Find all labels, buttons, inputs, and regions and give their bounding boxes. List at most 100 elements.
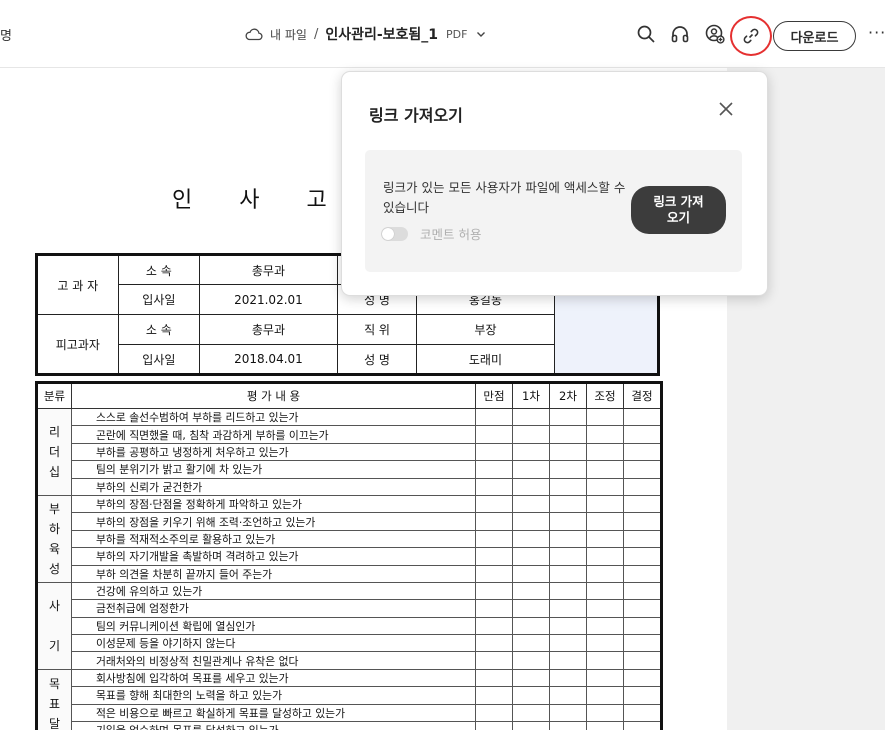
score-cell xyxy=(549,442,587,462)
score-cell xyxy=(549,564,587,583)
score-cell xyxy=(623,425,662,444)
score-cell xyxy=(512,651,550,670)
link-icon xyxy=(743,28,759,44)
score-cell xyxy=(512,512,550,531)
score-cell xyxy=(586,686,624,705)
score-cell xyxy=(475,599,513,618)
score-cell xyxy=(549,599,587,618)
score-cell xyxy=(549,581,587,601)
score-cell xyxy=(586,634,624,653)
download-button[interactable]: 다운로드 xyxy=(773,21,856,51)
table-row: 부하 의견을 차분히 끝까지 들어 주는가 xyxy=(37,564,662,583)
score-cell xyxy=(512,460,550,479)
score-cell xyxy=(475,477,513,496)
evaluation-item: 부하의 자기개발을 촉발하며 격려하고 있는가 xyxy=(71,547,476,566)
score-cell xyxy=(475,529,513,549)
popup-title: 링크 가져오기 xyxy=(369,106,463,125)
share-user-icon[interactable] xyxy=(705,24,725,44)
score-cell xyxy=(475,494,513,514)
table-row: 팀의 커뮤니케이션 확립에 열심인가 xyxy=(37,616,662,636)
evaluation-item: 회사방침에 입각하여 목표를 세우고 있는가 xyxy=(71,668,476,688)
breadcrumb-my-files[interactable]: 내 파일 xyxy=(270,26,307,43)
allow-comments-toggle[interactable] xyxy=(381,226,408,241)
score-cell xyxy=(475,407,513,427)
ratee-dept-value: 총무과 xyxy=(199,314,338,345)
file-name[interactable]: 인사관리-보호됨_1 xyxy=(325,24,438,44)
get-link-button[interactable]: 링크 가져 오기 xyxy=(631,186,726,234)
search-icon[interactable] xyxy=(636,24,656,44)
score-cell xyxy=(586,547,624,566)
score-cell xyxy=(623,581,662,601)
get-link-toolbar-button[interactable] xyxy=(730,16,772,56)
allow-comments-row: 코멘트 허용 xyxy=(381,224,481,243)
evaluation-item: 적은 비용으로 빠르고 확실하게 목표를 달성하고 있는가 xyxy=(71,703,476,723)
category-label: 목표달 xyxy=(36,668,72,730)
ratee-label: 피고과자 xyxy=(36,314,119,375)
score-cell xyxy=(549,703,587,723)
table-row: 적은 비용으로 빠르고 확실하게 목표를 달성하고 있는가 xyxy=(37,703,662,723)
score-cell xyxy=(549,477,587,496)
score-cell xyxy=(586,599,624,618)
headphones-icon[interactable] xyxy=(670,24,690,44)
ratee-dept-label: 소 속 xyxy=(117,314,201,345)
evaluation-item: 부하 의견을 차분히 끝까지 들어 주는가 xyxy=(71,564,476,583)
table-row: 거래처와의 비정상적 친밀관계나 유착은 없다 xyxy=(37,651,662,670)
score-cell xyxy=(475,564,513,583)
left-truncated-text: 명 xyxy=(0,29,12,44)
more-options-icon[interactable]: ··· xyxy=(868,23,885,42)
table-row: 곤란에 직면했을 때, 침착 과감하게 부하를 이끄는가 xyxy=(37,425,662,444)
score-cell xyxy=(623,599,662,618)
score-cell xyxy=(586,425,624,444)
header-decision: 결정 xyxy=(623,382,662,409)
score-cell xyxy=(512,547,550,566)
rater-label: 고 과 자 xyxy=(36,254,119,315)
rater-join-value: 2021.02.01 xyxy=(199,284,338,315)
header-first: 1차 xyxy=(512,382,550,409)
breadcrumb-separator: / xyxy=(313,26,319,42)
score-cell xyxy=(586,703,624,723)
evaluation-item: 곤란에 직면했을 때, 침착 과감하게 부하를 이끄는가 xyxy=(71,425,476,444)
app-window: 인 사 고 과 고 과 자 소 속 총무과 직 위 입사일 2021.02.01… xyxy=(0,0,885,730)
evaluation-item: 부하의 장점·단점을 정확하게 파악하고 있는가 xyxy=(71,494,476,514)
rater-join-label: 입사일 xyxy=(117,284,201,315)
ratee-position-label: 직 위 xyxy=(336,314,418,345)
score-cell xyxy=(512,581,550,601)
table-row: 부하의 장점을 키우기 위해 조력·조언하고 있는가 xyxy=(37,512,662,531)
score-cell xyxy=(475,425,513,444)
score-cell xyxy=(623,529,662,549)
score-cell xyxy=(586,407,624,427)
score-cell xyxy=(512,477,550,496)
top-bar: 명 내 파일 / 인사관리-보호됨_1 PDF 다운로드 ··· xyxy=(0,0,885,68)
header-full-score: 만점 xyxy=(475,382,513,409)
score-cell xyxy=(623,703,662,723)
score-cell xyxy=(549,425,587,444)
score-cell xyxy=(512,494,550,514)
table-row: 목표를 향해 최대한의 노력을 하고 있는가 xyxy=(37,686,662,705)
score-cell xyxy=(549,529,587,549)
score-cell xyxy=(475,721,513,730)
table-row: 금전취급에 엄정한가 xyxy=(37,599,662,618)
evaluation-item: 이성문제 등을 야기하지 않는다 xyxy=(71,634,476,653)
score-cell xyxy=(586,442,624,462)
evaluation-item: 팀의 분위기가 밝고 활기에 차 있는가 xyxy=(71,460,476,479)
chevron-down-icon[interactable] xyxy=(476,29,486,39)
ratee-name-label: 성 명 xyxy=(336,344,418,375)
table-row: 부하의 자기개발을 촉발하며 격려하고 있는가 xyxy=(37,547,662,566)
score-cell xyxy=(475,442,513,462)
score-cell xyxy=(512,442,550,462)
score-cell xyxy=(475,512,513,531)
score-cell xyxy=(549,407,587,427)
score-cell xyxy=(623,442,662,462)
score-cell xyxy=(475,460,513,479)
close-icon[interactable] xyxy=(717,100,735,118)
table-row: 리 더 십 스스로 솔선수범하여 부하를 리드하고 있는가 xyxy=(36,407,662,496)
score-cell xyxy=(586,494,624,514)
score-cell xyxy=(475,616,513,636)
score-cell xyxy=(623,460,662,479)
score-cell xyxy=(475,703,513,723)
ratee-join-value: 2018.04.01 xyxy=(199,344,338,375)
evaluation-item: 목표를 향해 최대한의 노력을 하고 있는가 xyxy=(71,686,476,705)
score-cell xyxy=(549,721,587,730)
score-cell xyxy=(586,616,624,636)
score-cell xyxy=(623,512,662,531)
